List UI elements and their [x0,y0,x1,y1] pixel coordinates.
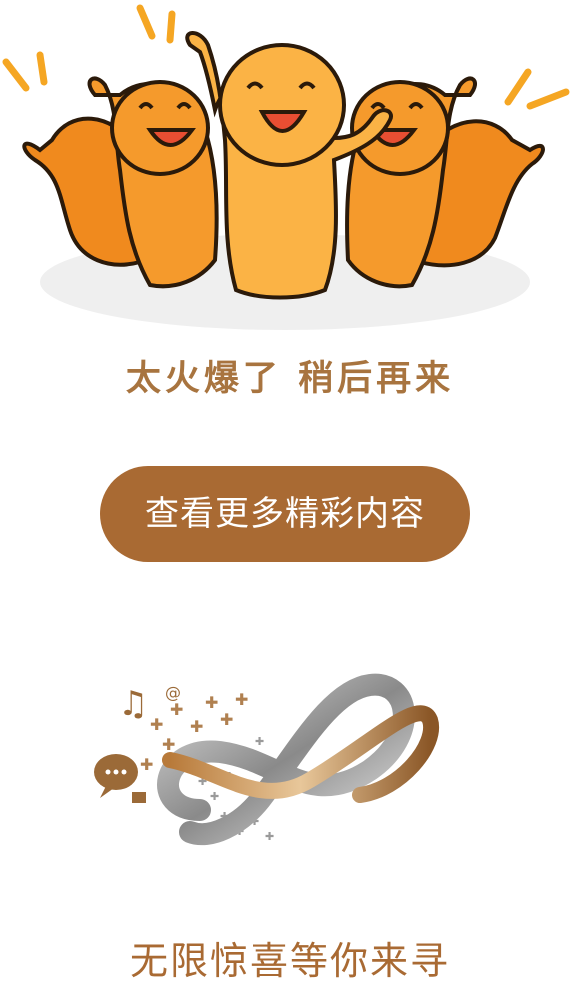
svg-text:✚: ✚ [190,717,203,736]
view-more-button[interactable]: 查看更多精彩内容 [100,466,470,562]
footer-slogan: 无限惊喜等你来寻 [129,939,450,983]
svg-text:✚: ✚ [162,735,175,754]
svg-text:✚: ✚ [265,830,274,843]
svg-text:✚: ✚ [220,710,233,729]
svg-text:✚: ✚ [150,715,163,734]
at-sign-icon: @ [165,683,181,702]
svg-text:✚: ✚ [255,735,264,748]
chat-bubble-icon [94,754,138,798]
svg-text:✚: ✚ [235,690,248,709]
headline-text: 太火爆了 稍后再来 [125,358,455,399]
svg-text:✚: ✚ [210,790,219,803]
svg-text:✚: ✚ [205,693,218,712]
svg-text:✚: ✚ [140,755,153,774]
svg-text:✚: ✚ [170,700,183,719]
music-note-icon: ♫ [118,684,148,724]
cheering-mascots-illustration [2,4,570,330]
book-icon [132,792,146,803]
infinity-loop-icon: ✚✚✚ ✚✚✚ ✚✚✚ ✚✚✚ ✚✚✚ ✚✚✚ ♫ @ [94,673,440,846]
